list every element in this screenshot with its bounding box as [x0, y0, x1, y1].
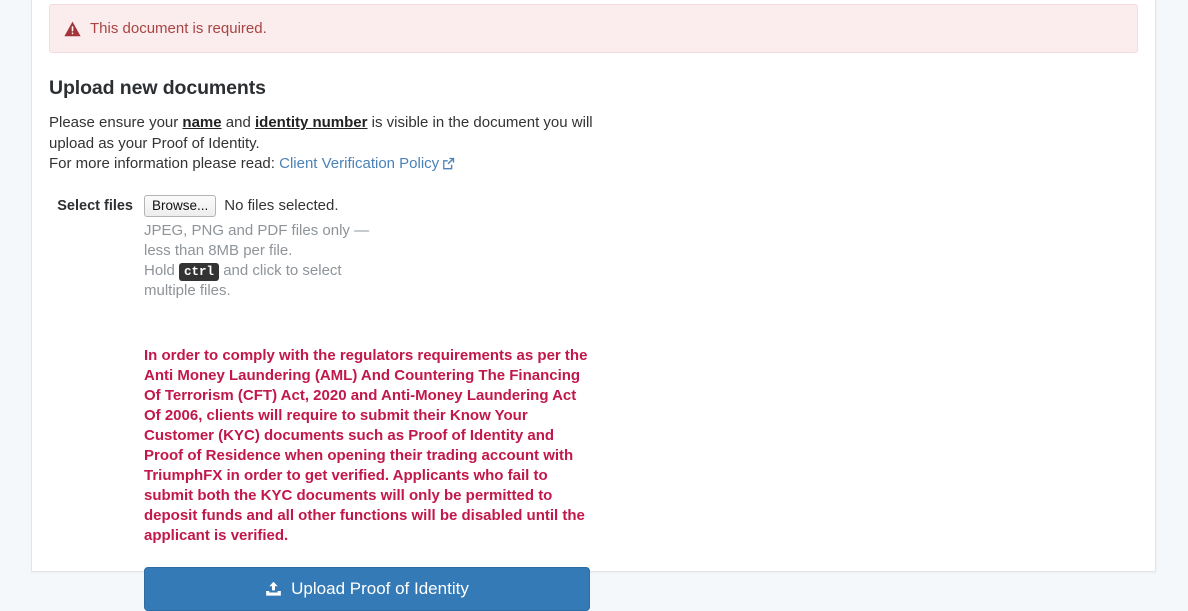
- file-help-hold: Hold: [144, 261, 180, 279]
- file-input-line: Browse... No files selected.: [144, 194, 1138, 217]
- file-input-group: Browse... No files selected. JPEG, PNG a…: [144, 194, 1138, 611]
- required-document-alert: This document is required.: [49, 4, 1138, 53]
- file-help-text: JPEG, PNG and PDF files only — less than…: [144, 221, 394, 301]
- warning-triangle-icon: [64, 21, 81, 37]
- upload-icon: [265, 581, 282, 597]
- intro-emphasis-name: name: [182, 114, 222, 131]
- intro-prefix: Please ensure your: [49, 114, 183, 131]
- intro-mid: and: [221, 114, 255, 131]
- intro-paragraph: Please ensure your name and identity num…: [49, 113, 609, 154]
- external-link-icon: [442, 156, 455, 177]
- upload-documents-panel: This document is required. Upload new do…: [31, 0, 1156, 611]
- intro-emphasis-identity-number: identity number: [254, 114, 368, 131]
- upload-button-label: Upload Proof of Identity: [291, 578, 469, 598]
- file-status-text: No files selected.: [224, 197, 339, 214]
- policy-prefix: For more information please read:: [49, 155, 280, 172]
- policy-link-label: Client Verification Policy: [279, 155, 440, 172]
- file-help-formats: JPEG, PNG and PDF files only — less than…: [144, 221, 370, 259]
- policy-paragraph: For more information please read: Client…: [49, 154, 1138, 177]
- alert-message: This document is required.: [90, 20, 267, 37]
- page-title: Upload new documents: [49, 77, 266, 99]
- panel-content: This document is required. Upload new do…: [32, 0, 1155, 611]
- compliance-notice: In order to comply with the regulators r…: [144, 346, 588, 544]
- browse-button[interactable]: Browse...: [144, 194, 217, 217]
- upload-proof-of-identity-button[interactable]: Upload Proof of Identity: [144, 566, 590, 611]
- client-verification-policy-link[interactable]: Client Verification Policy: [279, 155, 439, 172]
- ctrl-key-hint: ctrl: [179, 262, 220, 281]
- select-files-label: Select files: [57, 197, 133, 214]
- select-files-row: Select files Browse... No files selected…: [49, 194, 1138, 611]
